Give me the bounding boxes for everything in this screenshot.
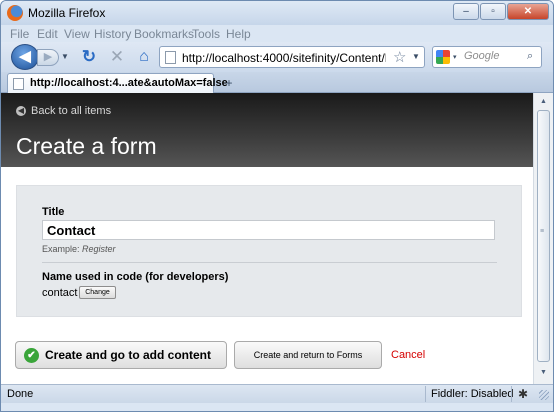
page-header: ◀ Back to all items Create a form [1, 93, 533, 167]
page-title: Create a form [16, 133, 157, 159]
bookmark-star-icon[interactable]: ☆ [393, 48, 406, 66]
search-input[interactable]: Google [464, 50, 524, 62]
resize-grip-icon[interactable] [539, 390, 549, 400]
address-bar[interactable]: http://localhost:4000/sitefinity/Content… [159, 46, 425, 68]
tab-label: http://localhost:4...ate&autoMax=false [30, 77, 228, 89]
firefox-logo-icon [7, 5, 23, 21]
create-and-return-button[interactable]: Create and return to Forms [234, 341, 382, 369]
window-controls: – ▫ ✕ [453, 3, 549, 20]
title-label: Title [42, 206, 65, 218]
checkmark-icon: ✔ [24, 348, 39, 363]
back-arrow-icon[interactable]: ◀ [16, 106, 26, 116]
maximize-button[interactable]: ▫ [480, 3, 506, 20]
vertical-scrollbar[interactable]: ▲ ≡ ▼ [533, 93, 553, 384]
search-icon[interactable]: ⌕ [527, 50, 533, 63]
status-separator [511, 386, 512, 402]
tab-page-icon [13, 78, 24, 90]
fiddler-icon[interactable]: ✱ [516, 387, 530, 401]
title-input[interactable] [42, 220, 495, 240]
code-name-value: contact [42, 287, 78, 299]
window-title: Mozilla Firefox [28, 6, 106, 20]
home-button[interactable]: ⌂ [134, 47, 154, 67]
scroll-thumb[interactable]: ≡ [537, 110, 550, 362]
google-icon[interactable] [436, 50, 450, 64]
page-icon [165, 51, 176, 64]
back-button[interactable]: ◀ [11, 44, 39, 70]
close-button[interactable]: ✕ [507, 3, 549, 20]
example-value: Register [82, 244, 116, 254]
url-text[interactable]: http://localhost:4000/sitefinity/Content… [182, 51, 386, 65]
tab-active[interactable]: http://localhost:4...ate&autoMax=false [7, 73, 228, 93]
change-button[interactable]: Change [79, 286, 116, 299]
minimize-button[interactable]: – [453, 3, 479, 20]
scroll-grip-icon: ≡ [540, 228, 545, 235]
browser-window: Mozilla Firefox – ▫ ✕ File Edit View His… [0, 0, 554, 412]
status-text: Done [7, 388, 34, 400]
create-and-add-content-button[interactable]: ✔ Create and go to add content [15, 341, 227, 369]
divider [42, 262, 497, 263]
create-and-add-content-label: Create and go to add content [45, 348, 212, 362]
search-engine-dropdown-icon[interactable]: ▾ [453, 53, 457, 61]
fiddler-status[interactable]: Fiddler: Disabled [431, 388, 514, 400]
reload-button[interactable]: ↻ [79, 47, 99, 67]
status-separator [425, 386, 426, 402]
tab-bar: http://localhost:4...ate&autoMax=false + [1, 72, 553, 93]
menu-edit[interactable]: Edit [37, 27, 58, 41]
menu-bookmarks[interactable]: Bookmarks [134, 27, 194, 41]
menu-history[interactable]: History [94, 27, 131, 41]
example-prefix: Example: [42, 244, 83, 254]
url-dropdown-icon[interactable]: ▼ [412, 52, 420, 61]
stop-button[interactable]: ✕ [107, 47, 127, 67]
status-bar: Done Fiddler: Disabled ✱ [1, 384, 553, 403]
history-dropdown-icon[interactable]: ▼ [61, 52, 69, 61]
menu-bar: File Edit View History Bookmarks Tools H… [1, 25, 553, 42]
back-to-all-items-link[interactable]: Back to all items [31, 105, 111, 117]
code-name-label: Name used in code (for developers) [42, 271, 229, 283]
new-tab-button[interactable]: + [218, 75, 240, 91]
search-bar[interactable]: ▾ Google ⌕ [432, 46, 542, 68]
form-panel: Title Example: Register Name used in cod… [16, 185, 522, 317]
cancel-link[interactable]: Cancel [391, 349, 425, 361]
menu-help[interactable]: Help [226, 27, 251, 41]
navigation-toolbar: ◀ ▶ ▼ ↻ ✕ ⌂ http://localhost:4000/sitefi… [1, 42, 553, 72]
menu-file[interactable]: File [10, 27, 29, 41]
scroll-down-icon[interactable]: ▼ [537, 366, 550, 380]
forward-button[interactable]: ▶ [37, 49, 59, 66]
page-content: ◀ Back to all items Create a form Title … [1, 93, 533, 384]
menu-tools[interactable]: Tools [192, 27, 220, 41]
scroll-up-icon[interactable]: ▲ [537, 95, 550, 109]
title-bar: Mozilla Firefox – ▫ ✕ [1, 1, 553, 25]
menu-view[interactable]: View [64, 27, 90, 41]
title-example: Example: Register [42, 244, 116, 254]
